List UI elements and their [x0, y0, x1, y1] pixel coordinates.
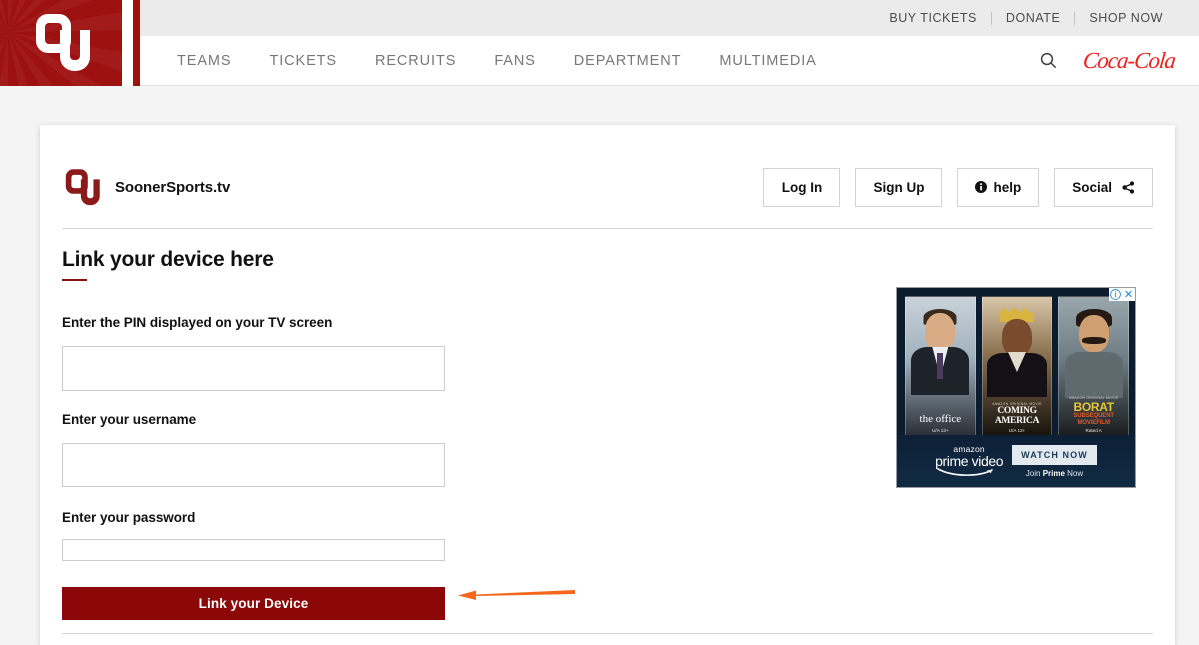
poster-caption: AMAZON ORIGINAL MOVIE COMING AMERICA U/A… — [983, 402, 1052, 435]
prime-video-logo: amazon prime video — [935, 443, 1004, 478]
password-input[interactable] — [62, 539, 445, 561]
nav-item-recruits[interactable]: RECRUITS — [356, 53, 475, 69]
poster-figure-mustache — [1081, 337, 1106, 344]
social-button[interactable]: Social — [1054, 167, 1153, 207]
username-input[interactable] — [62, 443, 445, 487]
ad-footer: amazon prime video WATCH NOW Join Prime … — [897, 435, 1135, 487]
link-your-device-button[interactable]: Link your Device — [62, 587, 445, 620]
sign-up-label: Sign Up — [873, 179, 925, 195]
social-label: Social — [1072, 179, 1112, 195]
utility-link-donate[interactable]: DONATE — [992, 11, 1074, 25]
ou-logo-icon — [36, 14, 90, 71]
poster-caption: AMAZON ORIGINAL MOVIE BORAT SUBSEQUENT M… — [1059, 396, 1128, 435]
amazon-wordmark: amazon — [953, 443, 985, 454]
pin-input[interactable] — [62, 346, 445, 391]
nav-item-teams[interactable]: TEAMS — [158, 53, 250, 69]
poster-caption: the office U/A 13+ — [906, 414, 975, 435]
main-navigation: TEAMS TICKETS RECRUITS FANS DEPARTMENT M… — [140, 36, 1199, 86]
ad-cta-group: WATCH NOW Join Prime Now — [1012, 444, 1097, 478]
poster-figure-face — [925, 313, 956, 351]
nav-item-department[interactable]: DEPARTMENT — [555, 53, 701, 69]
poster-coming-2-america: AMAZON ORIGINAL MOVIE COMING AMERICA U/A… — [981, 296, 1053, 436]
ou-logo-block[interactable] — [0, 0, 122, 86]
ad-close-icon[interactable]: ✕ — [1122, 288, 1135, 301]
brand-title: SoonerSports.tv — [115, 178, 231, 196]
adchoices-info-icon[interactable]: i — [1110, 289, 1121, 300]
poster-figure-face — [1002, 319, 1032, 356]
poster-rating: U/A 13+ — [1008, 428, 1026, 433]
poster-figure-tie — [937, 353, 944, 379]
advertisement-banner[interactable]: i ✕ the office U/A 13+ AMAZON ORIGINAL M… — [896, 287, 1136, 488]
prime-video-wordmark: prime video — [935, 453, 1004, 470]
poster-title-line2: AMERICA — [994, 415, 1040, 426]
header-button-row: Log In Sign Up help Social — [763, 167, 1153, 207]
ou-logo-icon — [65, 168, 100, 205]
log-in-label: Log In — [781, 179, 823, 195]
coca-cola-sponsor-logo[interactable]: Coca-Cola — [1082, 48, 1177, 74]
poster-title: the office — [919, 413, 962, 426]
utility-bar: BUY TICKETS DONATE SHOP NOW — [140, 0, 1199, 36]
page-title: Link your device here — [62, 248, 274, 271]
site-header: BUY TICKETS DONATE SHOP NOW TEAMS TICKET… — [0, 0, 1199, 86]
title-accent-rule — [62, 279, 87, 281]
sign-up-button[interactable]: Sign Up — [855, 167, 943, 207]
search-icon[interactable] — [1037, 50, 1059, 72]
ad-badge-group: i ✕ — [1109, 288, 1135, 301]
brand-group[interactable]: SoonerSports.tv — [62, 165, 230, 210]
log-in-button[interactable]: Log In — [763, 167, 841, 207]
header-red-stripe — [133, 0, 140, 86]
card-divider — [62, 228, 1153, 229]
poster-title: BORAT — [1073, 400, 1115, 415]
nav-item-fans[interactable]: FANS — [475, 53, 554, 69]
poster-rating: Rated A — [1085, 428, 1102, 433]
help-label: help — [993, 179, 1022, 195]
nav-right-group: Coca-Cola — [1037, 48, 1199, 74]
share-icon — [1122, 180, 1135, 194]
poster-subtitle-line2: MOVIEFILM — [1077, 419, 1110, 426]
watch-now-button[interactable]: WATCH NOW — [1012, 444, 1097, 465]
join-prime-text: Join Prime Now — [1012, 469, 1097, 478]
pin-label: Enter the PIN displayed on your TV scree… — [62, 315, 333, 330]
info-circle-icon — [975, 181, 988, 193]
poster-rating: U/A 13+ — [932, 428, 949, 433]
help-button[interactable]: help — [957, 167, 1040, 207]
join-prefix: Join — [1025, 468, 1043, 478]
poster-figure-suit — [1064, 352, 1123, 398]
nav-item-multimedia[interactable]: MULTIMEDIA — [700, 53, 835, 69]
card-bottom-divider — [62, 633, 1153, 634]
card-header: SoonerSports.tv Log In Sign Up help Soci… — [62, 158, 1153, 216]
ad-poster-group: the office U/A 13+ AMAZON ORIGINAL MOVIE… — [905, 296, 1130, 436]
poster-figure-face — [1078, 315, 1109, 352]
join-suffix: Now — [1064, 468, 1084, 478]
utility-link-shop-now[interactable]: SHOP NOW — [1075, 11, 1177, 25]
utility-link-buy-tickets[interactable]: BUY TICKETS — [875, 11, 991, 25]
username-label: Enter your username — [62, 412, 197, 427]
nav-item-tickets[interactable]: TICKETS — [250, 53, 356, 69]
password-label: Enter your password — [62, 510, 196, 525]
join-bold: Prime — [1042, 468, 1065, 478]
poster-borat: AMAZON ORIGINAL MOVIE BORAT SUBSEQUENT M… — [1058, 296, 1130, 436]
poster-the-office: the office U/A 13+ — [905, 296, 976, 436]
